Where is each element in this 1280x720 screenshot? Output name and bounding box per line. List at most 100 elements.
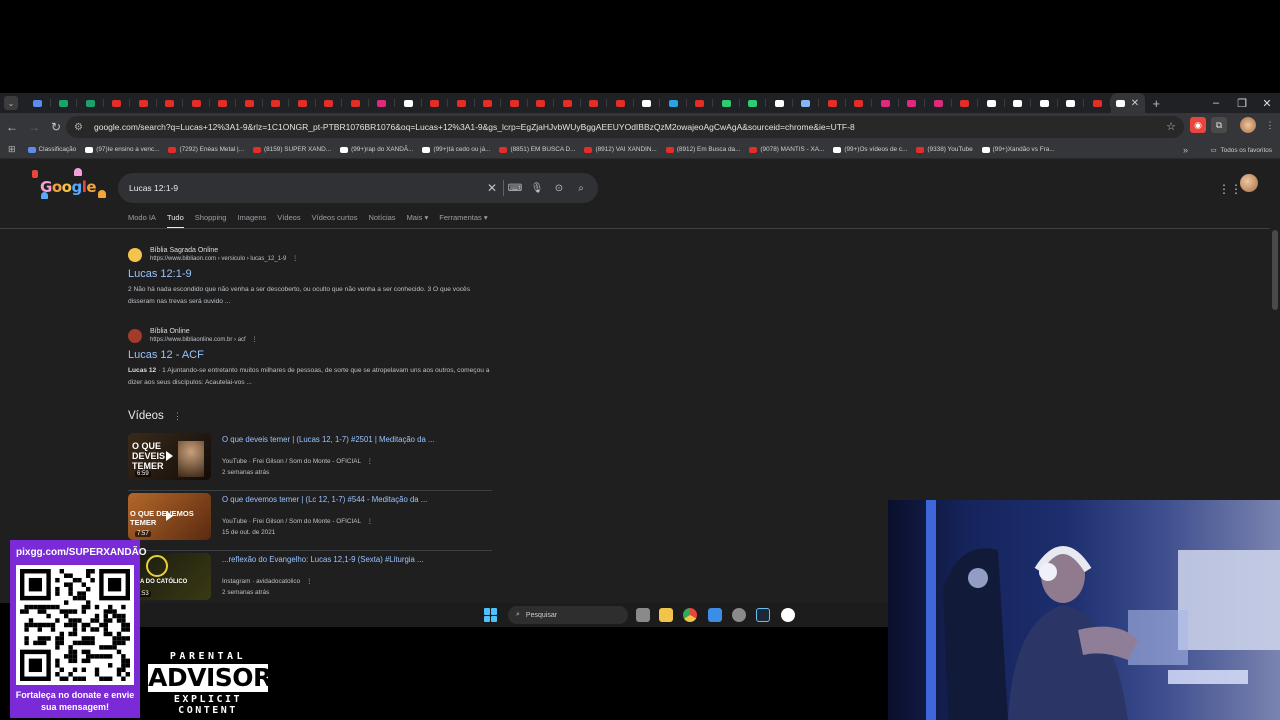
- address-bar[interactable]: ⚙ google.com/search?q=Lucas+12%3A1-9&rlz…: [66, 116, 1184, 138]
- back-icon[interactable]: ←: [2, 117, 22, 137]
- bookmark-item[interactable]: (97)Ie ensino a venc...: [85, 146, 159, 153]
- browser-tab[interactable]: [51, 93, 77, 113]
- new-tab-button[interactable]: +: [1153, 96, 1161, 111]
- browser-tab[interactable]: [1084, 93, 1111, 113]
- windows-start-icon[interactable]: [484, 608, 498, 622]
- browser-tab[interactable]: [210, 93, 236, 113]
- search-tab[interactable]: Notícias: [368, 213, 395, 229]
- browser-tab[interactable]: [925, 93, 952, 113]
- browser-tab[interactable]: [448, 93, 475, 113]
- clear-search-icon[interactable]: ✕: [481, 181, 503, 195]
- chrome-icon[interactable]: [683, 608, 697, 622]
- browser-tab[interactable]: [554, 93, 581, 113]
- browser-tab[interactable]: [1058, 93, 1084, 113]
- menu-kebab-icon[interactable]: ⋮: [1262, 117, 1278, 133]
- browser-tab[interactable]: [24, 93, 51, 113]
- search-tab[interactable]: Ferramentas ▾: [439, 213, 487, 229]
- more-options-icon[interactable]: ⋮: [367, 458, 373, 465]
- forward-icon[interactable]: →: [24, 117, 44, 137]
- search-tab[interactable]: Vídeos: [277, 213, 300, 229]
- browser-tab[interactable]: [130, 93, 157, 113]
- reload-icon[interactable]: ↻: [46, 117, 66, 137]
- apps-grid-icon[interactable]: ⊞: [8, 144, 16, 155]
- more-options-icon[interactable]: ⋮: [367, 518, 373, 525]
- search-query-input[interactable]: Lucas 12:1-9: [129, 183, 481, 193]
- bookmark-item[interactable]: (9078) MANTIS - XA...: [749, 146, 824, 153]
- browser-tab[interactable]: [528, 93, 554, 113]
- video-thumbnail[interactable]: O QUE DEVEMOS TEMER 7:57: [128, 493, 211, 540]
- browser-tab[interactable]: [1005, 93, 1031, 113]
- profile-avatar[interactable]: [1240, 117, 1256, 133]
- search-tab[interactable]: Modo IA: [128, 213, 156, 229]
- minimize-button[interactable]: –: [1203, 93, 1229, 113]
- browser-tab[interactable]: [660, 93, 687, 113]
- browser-tab[interactable]: [978, 93, 1005, 113]
- browser-tab[interactable]: [422, 93, 448, 113]
- browser-tab[interactable]: [634, 93, 660, 113]
- browser-tab[interactable]: [713, 93, 740, 113]
- video-thumbnail[interactable]: VIDA DO CATÓLICO 1:53: [128, 553, 211, 600]
- bookmark-item[interactable]: (99+)Xandão vs Fra...: [981, 146, 1055, 153]
- bookmark-item[interactable]: (99+)rap do XANDÃ...: [340, 146, 413, 153]
- search-tab[interactable]: Mais ▾: [407, 213, 429, 229]
- browser-tab[interactable]: [501, 93, 528, 113]
- steam-icon[interactable]: [756, 608, 770, 622]
- maximize-button[interactable]: ❐: [1229, 93, 1255, 113]
- search-tab[interactable]: Shopping: [195, 213, 227, 229]
- app-icon[interactable]: [708, 608, 722, 622]
- search-icon[interactable]: ⌕: [570, 183, 592, 194]
- extensions-puzzle-icon[interactable]: ⧉: [1211, 117, 1227, 133]
- browser-tab[interactable]: [872, 93, 899, 113]
- bookmark-item[interactable]: (7292) Enéas Metal |...: [168, 146, 244, 153]
- bookmark-item[interactable]: (99+)tá cedo ou já...: [422, 146, 490, 153]
- close-tab-icon[interactable]: ✕: [1131, 98, 1139, 109]
- browser-tab[interactable]: [369, 93, 395, 113]
- browser-tab[interactable]: [157, 93, 183, 113]
- bookmark-item[interactable]: (8912) Em Busca da...: [665, 146, 740, 153]
- page-scrollbar[interactable]: [1272, 230, 1278, 310]
- browser-tab[interactable]: [342, 93, 369, 113]
- browser-tab[interactable]: [77, 93, 104, 113]
- bookmark-item[interactable]: (8159) SUPER XAND...: [252, 146, 331, 153]
- video-thumbnail[interactable]: O QUE DEVEIS TEMER 6:59: [128, 433, 211, 480]
- browser-tab[interactable]: [819, 93, 846, 113]
- more-options-icon[interactable]: ⋮: [251, 337, 257, 343]
- close-window-button[interactable]: ✕: [1254, 93, 1280, 113]
- browser-tab[interactable]: [263, 93, 289, 113]
- browser-tab[interactable]: [395, 93, 422, 113]
- task-view-icon[interactable]: [636, 608, 650, 622]
- lens-camera-icon[interactable]: ⊙: [548, 183, 570, 194]
- google-apps-icon[interactable]: ⋮⋮: [1218, 182, 1242, 196]
- result-title-link[interactable]: Lucas 12 - ACF: [128, 349, 498, 361]
- video-result[interactable]: O QUE DEVEIS TEMER 6:59 O que deveis tem…: [128, 433, 492, 491]
- taskbar-search[interactable]: ⌕ Pesquisar: [508, 606, 628, 624]
- video-title-link[interactable]: O que deveis temer | (Lucas 12, 1-7) #25…: [222, 435, 435, 444]
- bookmarks-overflow-button[interactable]: »: [1183, 141, 1188, 159]
- result-site[interactable]: Bíblia Online https://www.bibliaonline.c…: [128, 328, 498, 343]
- settings-gear-icon[interactable]: [732, 608, 746, 622]
- microphone-icon[interactable]: 🎙︎: [526, 183, 548, 194]
- browser-tab[interactable]: [475, 93, 501, 113]
- keyboard-icon[interactable]: ⌨: [504, 183, 526, 194]
- extension-icon[interactable]: ◉: [1190, 117, 1206, 133]
- browser-tab[interactable]: [104, 93, 130, 113]
- browser-tab[interactable]: [289, 93, 316, 113]
- browser-tab[interactable]: [766, 93, 793, 113]
- browser-tab[interactable]: [952, 93, 978, 113]
- search-tab[interactable]: Imagens: [237, 213, 266, 229]
- browser-tab[interactable]: [740, 93, 766, 113]
- app-icon[interactable]: [781, 608, 795, 622]
- video-title-link[interactable]: O que devemos temer | (Lc 12, 1-7) #544 …: [222, 495, 427, 504]
- search-tab[interactable]: Tudo: [166, 213, 184, 229]
- browser-tab[interactable]: [899, 93, 925, 113]
- browser-tab[interactable]: [1031, 93, 1058, 113]
- bookmark-item[interactable]: Classificação: [27, 146, 76, 153]
- browser-tab[interactable]: [183, 93, 210, 113]
- search-tab[interactable]: Vídeos curtos: [312, 213, 358, 229]
- browser-tab[interactable]: [607, 93, 634, 113]
- video-result[interactable]: VIDA DO CATÓLICO 1:53 ...reflexão do Eva…: [128, 553, 492, 603]
- address-url[interactable]: google.com/search?q=Lucas+12%3A1-9&rlz=1…: [94, 122, 1164, 132]
- bookmark-star-icon[interactable]: ☆: [1166, 120, 1176, 133]
- browser-tab[interactable]: [846, 93, 872, 113]
- file-explorer-icon[interactable]: [659, 608, 673, 622]
